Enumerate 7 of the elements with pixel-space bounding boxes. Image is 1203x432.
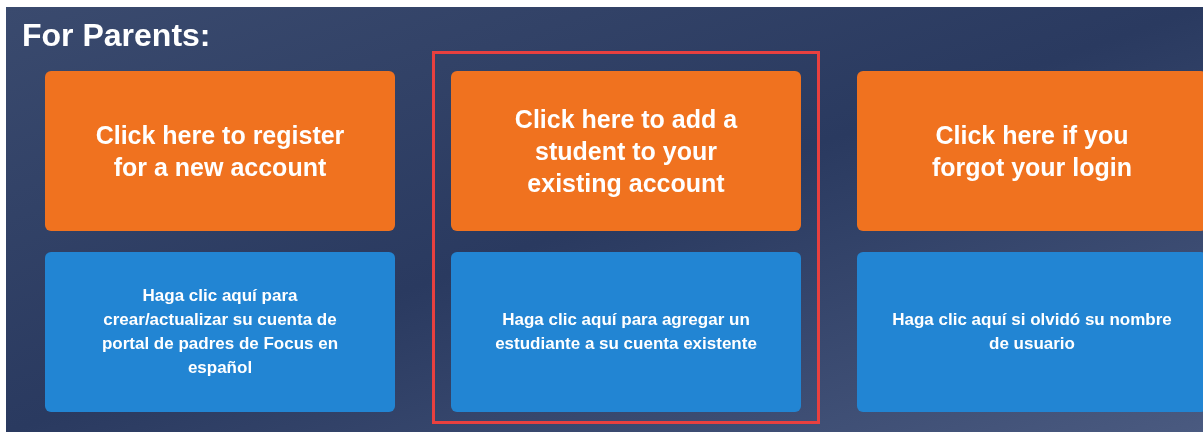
- section-heading: For Parents:: [22, 17, 211, 53]
- spanish-link-button[interactable]: Haga clic aquí para agregar un estudiante a su cuenta existente: [451, 252, 801, 412]
- register-link-button[interactable]: Click here to add a student to your existing account: [451, 71, 801, 231]
- spanish-link-button[interactable]: Haga clic aquí si olvidó su nombre de usuario: [857, 252, 1203, 412]
- spanish-link-button[interactable]: Haga clic aquí para crear/actualizar su cuenta de portal de padres de Focus en español: [45, 252, 395, 412]
- register-link-button[interactable]: Click here to register for a new account: [45, 71, 395, 231]
- register-link-button[interactable]: Click here if you forgot your login: [857, 71, 1203, 231]
